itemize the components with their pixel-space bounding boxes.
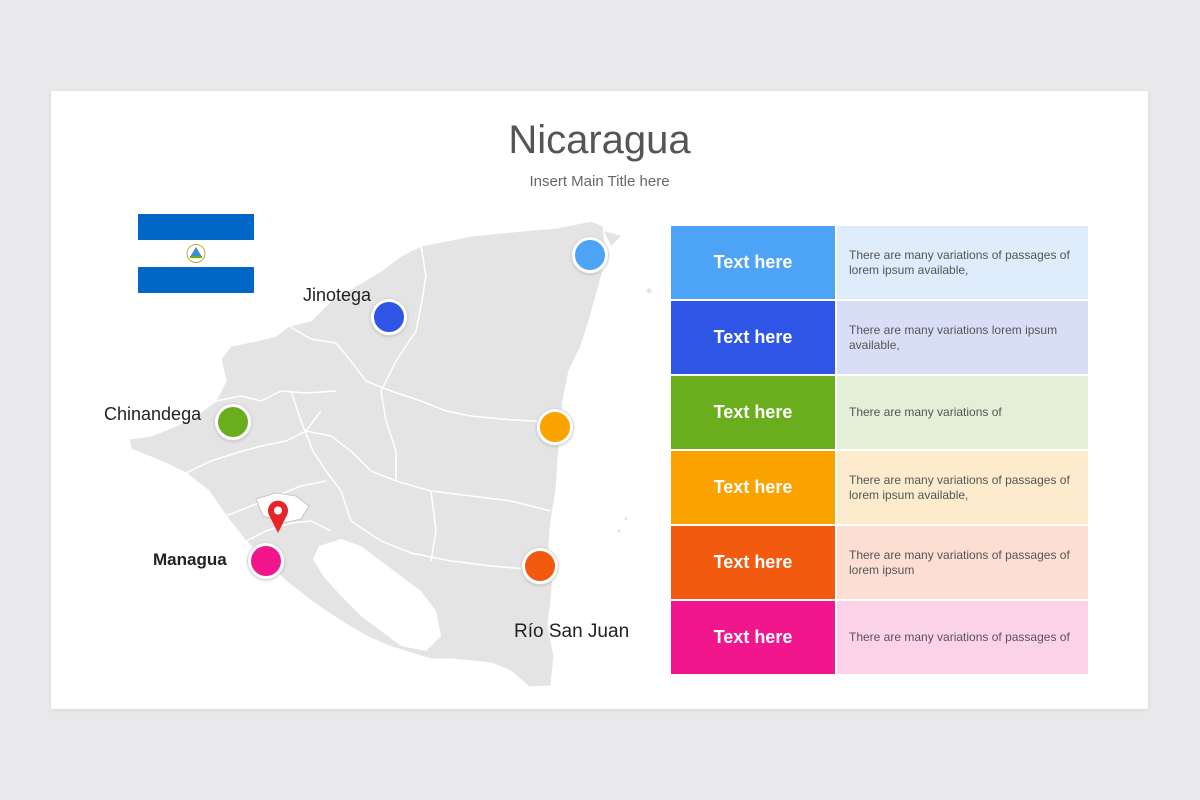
row-description: There are many variations of [837,376,1088,449]
slide: Nicaragua Insert Main Title here Jinoteg… [51,91,1148,709]
table-row: Text here There are many variations of p… [671,601,1088,674]
marker-jinotega[interactable] [371,299,407,335]
row-label: Text here [671,301,835,374]
north-coast-shape [604,231,621,246]
table-row: Text here There are many variations lore… [671,301,1088,374]
row-label: Text here [671,451,835,524]
row-label: Text here [671,226,835,299]
marker-rio-san-juan[interactable] [522,548,558,584]
table-row: Text here There are many variations of [671,376,1088,449]
row-description: There are many variations lorem ipsum av… [837,301,1088,374]
table-row: Text here There are many variations of p… [671,526,1088,599]
row-label: Text here [671,376,835,449]
marker-chinandega[interactable] [215,404,251,440]
table-row: Text here There are many variations of p… [671,451,1088,524]
row-label: Text here [671,601,835,674]
label-jinotega: Jinotega [303,285,372,305]
info-table: Text here There are many variations of p… [671,226,1088,676]
row-description: There are many variations of passages of… [837,226,1088,299]
row-description: There are many variations of passages of… [837,526,1088,599]
table-row: Text here There are many variations of p… [671,226,1088,299]
marker-managua[interactable] [248,543,284,579]
label-managua: Managua [153,550,227,569]
row-description: There are many variations of passages of… [837,451,1088,524]
nicaragua-flag [138,214,254,293]
marker-north-coast[interactable] [572,237,608,273]
flag-emblem-icon [186,244,206,263]
label-rio-san-juan: Río San Juan [514,621,630,642]
row-description: There are many variations of passages of [837,601,1088,674]
location-pin-icon [268,500,288,533]
row-label: Text here [671,526,835,599]
marker-east-coast[interactable] [537,409,573,445]
label-chinandega: Chinandega [104,404,202,424]
